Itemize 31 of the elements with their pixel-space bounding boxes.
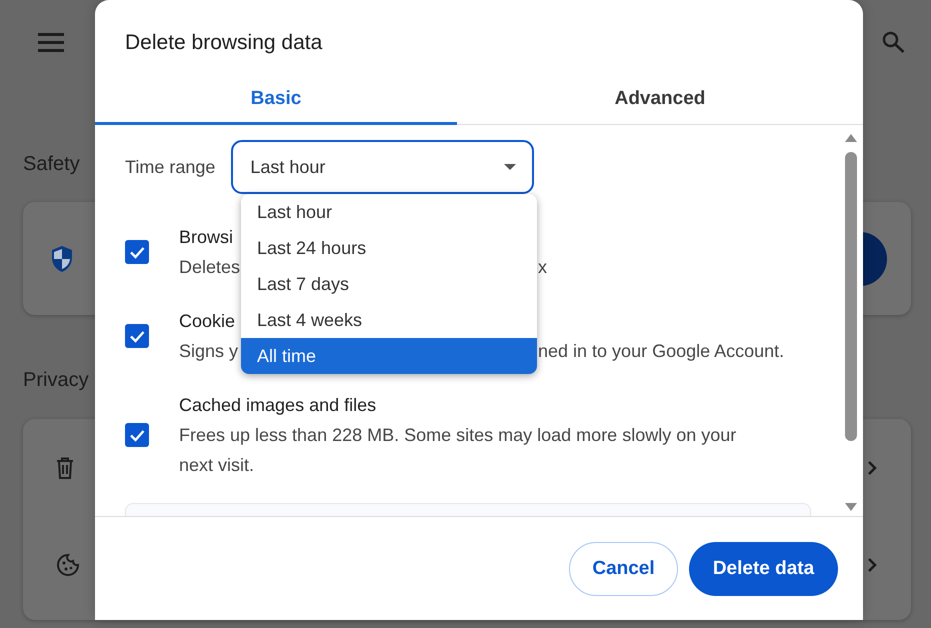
section-heading: Safety <box>23 152 80 177</box>
checkbox[interactable] <box>125 240 149 264</box>
dialog-title: Delete browsing data <box>124 30 324 56</box>
chevron-right-icon[interactable] <box>867 556 877 572</box>
menu-option[interactable]: Last 7 days <box>241 266 537 302</box>
menu-option[interactable]: All time <box>241 338 537 374</box>
cancel-button[interactable]: Cancel <box>569 542 678 596</box>
menu-option[interactable]: Last 24 hours <box>241 230 537 266</box>
item-description: Deletes <box>179 256 240 279</box>
field-label: Time range <box>125 156 216 178</box>
item-description: Signs y <box>179 340 238 363</box>
menu-option[interactable]: Last 4 weeks <box>241 302 537 338</box>
item-title: Browsi <box>179 226 234 249</box>
tab[interactable]: Advanced <box>457 75 863 125</box>
menu-icon[interactable] <box>38 32 64 52</box>
item-title: Cached images and files <box>179 394 376 417</box>
trash-icon <box>56 456 74 478</box>
cookie-icon <box>56 552 80 576</box>
section-heading: Privacy <box>23 368 89 393</box>
search-icon[interactable] <box>882 31 905 53</box>
item-description: Frees up less than 228 MB. Some sites may load more slowly on your next visit. <box>179 424 738 477</box>
item-title: Cookie <box>179 310 236 333</box>
item-description: x <box>538 256 547 279</box>
menu-option[interactable]: Last hour <box>241 194 537 230</box>
delete-button[interactable]: Delete data <box>689 542 838 596</box>
checkbox[interactable] <box>125 423 149 447</box>
shield-icon <box>51 244 73 272</box>
chevron-right-icon[interactable] <box>867 460 877 476</box>
checkbox[interactable] <box>125 324 149 348</box>
tab[interactable]: Basic <box>95 75 457 125</box>
item-description: ned in to your Google Account. <box>538 340 784 363</box>
